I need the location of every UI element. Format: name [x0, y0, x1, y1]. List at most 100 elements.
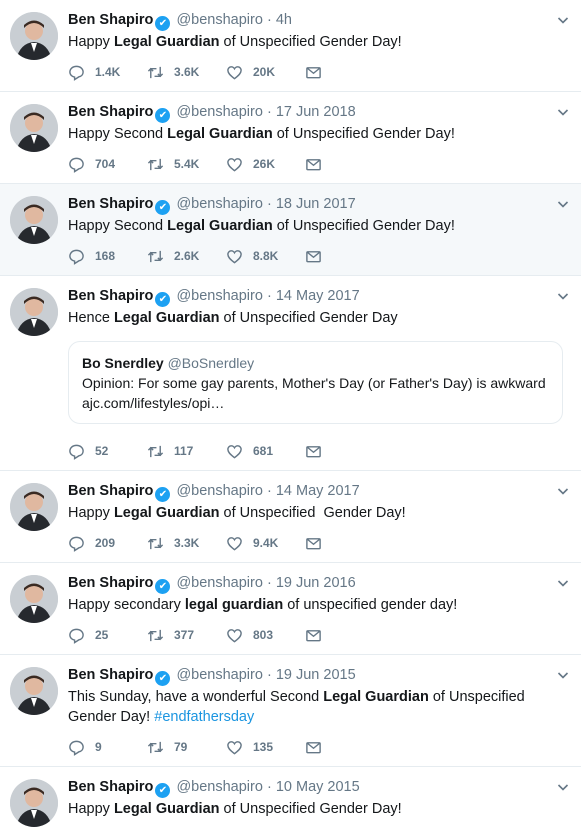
reply-button[interactable]: 168	[68, 248, 147, 265]
like-button[interactable]: 20K	[226, 64, 305, 81]
hashtag-link[interactable]: #endfathersday	[154, 709, 254, 725]
tweet[interactable]: Ben Shapiro ✔ @benshapiro · 19 Jun 2015 T…	[0, 655, 581, 767]
tweet-timestamp[interactable]: 18 Jun 2017	[276, 196, 356, 212]
separator-dot: ·	[266, 483, 272, 499]
direct-message-button[interactable]	[305, 64, 322, 81]
avatar[interactable]	[10, 104, 58, 152]
separator-dot: ·	[266, 779, 272, 795]
tweet[interactable]: Ben Shapiro ✔ @benshapiro · 4h Happy Lega…	[0, 0, 581, 92]
retweet-button[interactable]: 5.4K	[147, 156, 226, 173]
chevron-down-icon[interactable]	[557, 781, 569, 793]
direct-message-button[interactable]	[305, 627, 322, 644]
tweet[interactable]: Ben Shapiro ✔ @benshapiro · 17 Jun 2018 H…	[0, 92, 581, 184]
chevron-down-icon[interactable]	[557, 669, 569, 681]
like-button[interactable]: 9.4K	[226, 535, 305, 552]
author-handle[interactable]: @benshapiro	[176, 667, 262, 683]
tweet-timestamp[interactable]: 19 Jun 2015	[276, 667, 356, 683]
author-handle[interactable]: @benshapiro	[176, 483, 262, 499]
like-button[interactable]: 26K	[226, 156, 305, 173]
tweet[interactable]: Ben Shapiro ✔ @benshapiro · 18 Jun 2017 H…	[0, 184, 581, 276]
tweet-timestamp[interactable]: 17 Jun 2018	[276, 104, 356, 120]
avatar[interactable]	[10, 779, 58, 827]
like-button[interactable]: 135	[226, 739, 305, 756]
tweet-actions: 209 3.3K 9.4K	[68, 528, 571, 562]
avatar[interactable]	[10, 12, 58, 60]
reply-count: 1.4K	[95, 65, 121, 79]
author-name[interactable]: Ben Shapiro	[68, 575, 153, 591]
quoted-tweet[interactable]: Bo Snerdley @BoSnerdley Opinion: For som…	[68, 341, 563, 424]
reply-icon	[69, 65, 84, 81]
reply-button[interactable]: 1.4K	[68, 64, 147, 81]
avatar[interactable]	[10, 575, 58, 623]
like-button[interactable]: 8.8K	[226, 248, 305, 265]
retweet-button[interactable]: 2.6K	[147, 248, 226, 265]
tweet-timestamp[interactable]: 14 May 2017	[276, 483, 360, 499]
verified-badge-icon: ✔	[155, 783, 171, 798]
author-handle[interactable]: @benshapiro	[176, 575, 262, 591]
direct-message-button[interactable]	[305, 443, 322, 460]
reply-button[interactable]: 52	[68, 443, 147, 460]
tweet-header: Ben Shapiro ✔ @benshapiro · 19 Jun 2016	[68, 573, 571, 594]
author-handle[interactable]: @benshapiro	[176, 779, 262, 795]
timeline: Ben Shapiro ✔ @benshapiro · 4h Happy Lega…	[0, 0, 581, 827]
verified-badge-icon: ✔	[155, 671, 171, 686]
author-handle[interactable]: @benshapiro	[176, 12, 262, 28]
envelope-icon	[306, 158, 321, 170]
tweet-actions: 9 79 135	[68, 732, 571, 766]
retweet-button[interactable]: 3.3K	[147, 535, 226, 552]
chevron-down-icon[interactable]	[557, 106, 569, 118]
tweet[interactable]: Ben Shapiro ✔ @benshapiro · 14 May 2017 H…	[0, 276, 581, 471]
author-name[interactable]: Ben Shapiro	[68, 12, 153, 28]
author-name[interactable]: Ben Shapiro	[68, 779, 153, 795]
author-name[interactable]: Ben Shapiro	[68, 667, 153, 683]
chevron-down-icon[interactable]	[557, 14, 569, 26]
avatar[interactable]	[10, 483, 58, 531]
author-name[interactable]: Ben Shapiro	[68, 483, 153, 499]
retweet-button[interactable]: 377	[147, 627, 226, 644]
separator-dot: ·	[266, 667, 272, 683]
reply-button[interactable]: 9	[68, 739, 147, 756]
reply-button[interactable]: 209	[68, 535, 147, 552]
author-name[interactable]: Ben Shapiro	[68, 288, 153, 304]
author-handle[interactable]: @benshapiro	[176, 196, 262, 212]
direct-message-button[interactable]	[305, 739, 322, 756]
chevron-down-icon[interactable]	[557, 290, 569, 302]
separator-dot: ·	[266, 104, 272, 120]
tweet[interactable]: Ben Shapiro ✔ @benshapiro · 10 May 2015 H…	[0, 767, 581, 827]
author-name[interactable]: Ben Shapiro	[68, 196, 153, 212]
tweet-timestamp[interactable]: 19 Jun 2016	[276, 575, 356, 591]
tweet[interactable]: Ben Shapiro ✔ @benshapiro · 14 May 2017 H…	[0, 471, 581, 563]
like-button[interactable]: 681	[226, 443, 305, 460]
reply-count: 209	[95, 536, 116, 550]
avatar[interactable]	[10, 196, 58, 244]
direct-message-button[interactable]	[305, 535, 322, 552]
tweet-timestamp[interactable]: 14 May 2017	[276, 288, 360, 304]
retweet-button[interactable]: 3.6K	[147, 64, 226, 81]
quoted-tweet-link[interactable]: ajc.com/lifestyles/opi…	[82, 393, 550, 413]
like-count: 26K	[253, 157, 276, 171]
reply-icon	[69, 444, 84, 460]
tweet-text: Happy Legal Guardian of Unspecified Gend…	[68, 801, 402, 817]
tweet-header: Ben Shapiro ✔ @benshapiro · 18 Jun 2017	[68, 194, 571, 215]
chevron-down-icon[interactable]	[557, 485, 569, 497]
tweet[interactable]: Ben Shapiro ✔ @benshapiro · 19 Jun 2016 H…	[0, 563, 581, 655]
tweet-timestamp[interactable]: 10 May 2015	[276, 779, 360, 795]
retweet-button[interactable]: 117	[147, 443, 226, 460]
retweet-count: 3.3K	[174, 536, 200, 550]
chevron-down-icon[interactable]	[557, 577, 569, 589]
chevron-down-icon[interactable]	[557, 198, 569, 210]
reply-button[interactable]: 25	[68, 627, 147, 644]
author-handle[interactable]: @benshapiro	[176, 104, 262, 120]
tweet-timestamp[interactable]: 4h	[276, 12, 292, 28]
quoted-author-name: Bo Snerdley	[82, 355, 164, 371]
direct-message-button[interactable]	[305, 156, 322, 173]
direct-message-button[interactable]	[305, 248, 322, 265]
avatar[interactable]	[10, 288, 58, 336]
author-name[interactable]: Ben Shapiro	[68, 104, 153, 120]
like-button[interactable]: 803	[226, 627, 305, 644]
author-handle[interactable]: @benshapiro	[176, 288, 262, 304]
tweet-header: Ben Shapiro ✔ @benshapiro · 19 Jun 2015	[68, 665, 571, 686]
avatar[interactable]	[10, 667, 58, 715]
reply-button[interactable]: 704	[68, 156, 147, 173]
retweet-button[interactable]: 79	[147, 739, 226, 756]
